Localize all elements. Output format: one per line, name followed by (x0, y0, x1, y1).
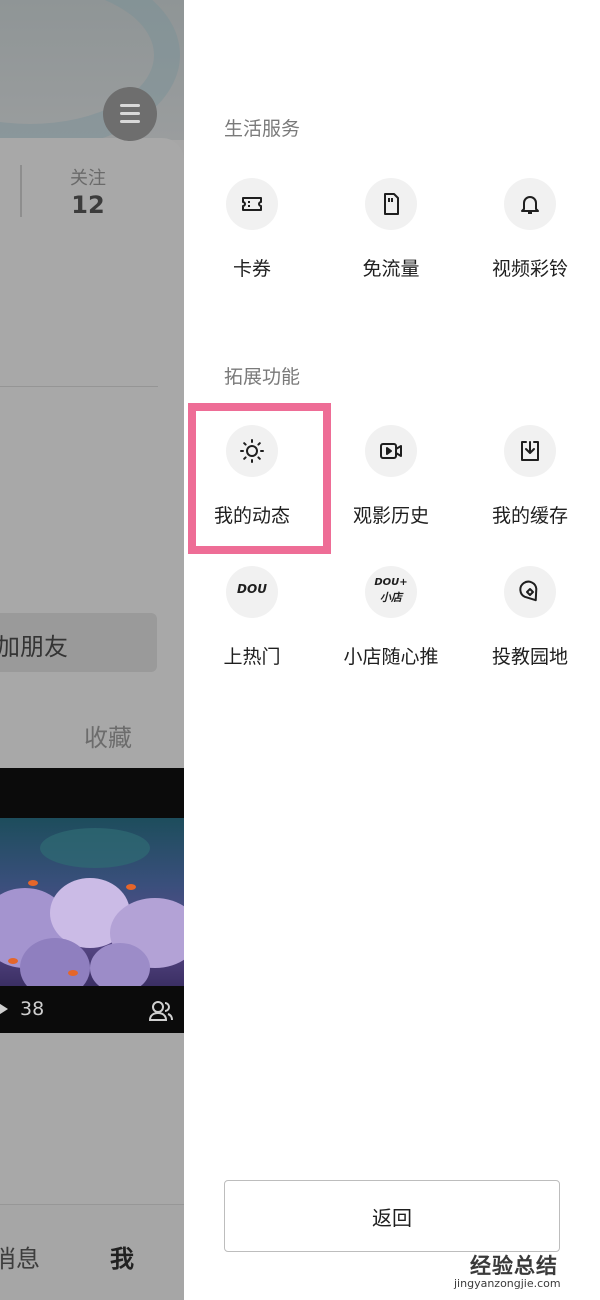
menu-item-investor-education[interactable]: 投教园地 (462, 566, 598, 686)
hamburger-icon (120, 120, 140, 123)
hamburger-icon (120, 104, 140, 107)
watermark: 经验总结 jingyanzongjie.com (448, 1250, 596, 1296)
menu-button[interactable] (103, 87, 157, 141)
download-icon (521, 441, 539, 461)
menu-item-label: 投教园地 (491, 646, 568, 668)
following-count[interactable]: 12 (50, 191, 126, 219)
dou-plus-icon: DOU (237, 582, 267, 596)
back-button[interactable]: 返回 (224, 1180, 560, 1252)
menu-item-icon-bg (365, 178, 417, 230)
tab-favorites[interactable]: 收藏 (84, 718, 132, 753)
section-title-life-services: 生活服务 (224, 118, 301, 140)
menu-item-label: 我的缓存 (491, 505, 568, 527)
friends-icon (148, 1001, 173, 1021)
sim-card-icon (384, 193, 399, 215)
menu-item-my-cache[interactable]: 我的缓存 (462, 425, 598, 545)
menu-item-video-ringtone[interactable]: 视频彩铃 (462, 178, 598, 298)
menu-item-label: 免流量 (362, 258, 420, 280)
dou-plus-text: DOU+ (374, 577, 408, 588)
menu-item-icon-bg (504, 425, 556, 477)
hamburger-icon (120, 112, 140, 115)
video-camera-icon (380, 443, 402, 459)
menu-item-icon-bg (365, 425, 417, 477)
aquarium-image (0, 818, 184, 986)
profile-page-dimmed: 关注 12 加朋友 收藏 38 消息 我 (0, 0, 184, 1300)
coral-shape (40, 828, 150, 868)
play-icon (0, 1000, 8, 1018)
location-pin-icon (519, 580, 538, 602)
nav-me[interactable]: 我 (110, 1239, 134, 1274)
watermark-main-text: 经验总结 (470, 1254, 558, 1278)
watermark-url: jingyanzongjie.com (454, 1277, 561, 1290)
fish-shape (126, 884, 136, 890)
menu-item-free-data[interactable]: 免流量 (323, 178, 459, 298)
coral-shape (90, 943, 150, 986)
fish-shape (68, 970, 78, 976)
view-count: 38 (20, 998, 45, 1020)
menu-item-icon-bg (504, 178, 556, 230)
fish-shape (28, 880, 38, 886)
nav-messages[interactable]: 消息 (0, 1239, 40, 1274)
menu-item-dou-plus[interactable]: DOU 上热门 (184, 566, 320, 686)
menu-item-label: 观影历史 (352, 505, 429, 527)
shop-text: 小店 (380, 591, 402, 604)
ticket-icon (242, 197, 262, 211)
add-friend-button[interactable]: 加朋友 (0, 613, 157, 672)
menu-item-icon-bg (504, 566, 556, 618)
section-title-extended: 拓展功能 (224, 366, 301, 388)
section-divider (0, 386, 158, 387)
menu-item-label: 上热门 (223, 646, 281, 668)
stat-divider (20, 165, 22, 217)
video-meta: 38 (0, 996, 184, 1026)
menu-item-label: 卡券 (232, 258, 271, 280)
menu-item-icon-bg (226, 178, 278, 230)
menu-item-label: 视频彩铃 (491, 258, 568, 280)
menu-item-coupons[interactable]: 卡券 (184, 178, 320, 298)
bottom-nav: 消息 我 (0, 1204, 184, 1300)
add-friend-label: 加朋友 (0, 633, 68, 661)
menu-item-shop-promote[interactable]: DOU+ 小店 小店随心推 (323, 566, 459, 686)
dou-plus-shop-icon: DOU+ 小店 (367, 575, 415, 605)
menu-item-icon-bg: DOU (226, 566, 278, 618)
fish-shape (8, 958, 18, 964)
menu-item-watch-history[interactable]: 观影历史 (323, 425, 459, 545)
menu-item-icon-bg: DOU+ 小店 (365, 566, 417, 618)
highlight-frame (188, 403, 331, 554)
bell-icon (521, 196, 539, 214)
profile-card (0, 138, 184, 1238)
video-thumbnail[interactable]: 38 (0, 768, 184, 1033)
side-drawer: 生活服务 卡券 免流量 视频彩铃 拓展功能 我的动态 观影历史 我的缓存 DOU… (184, 0, 600, 1300)
menu-item-label: 小店随心推 (343, 646, 439, 668)
following-label: 关注 (70, 168, 106, 189)
